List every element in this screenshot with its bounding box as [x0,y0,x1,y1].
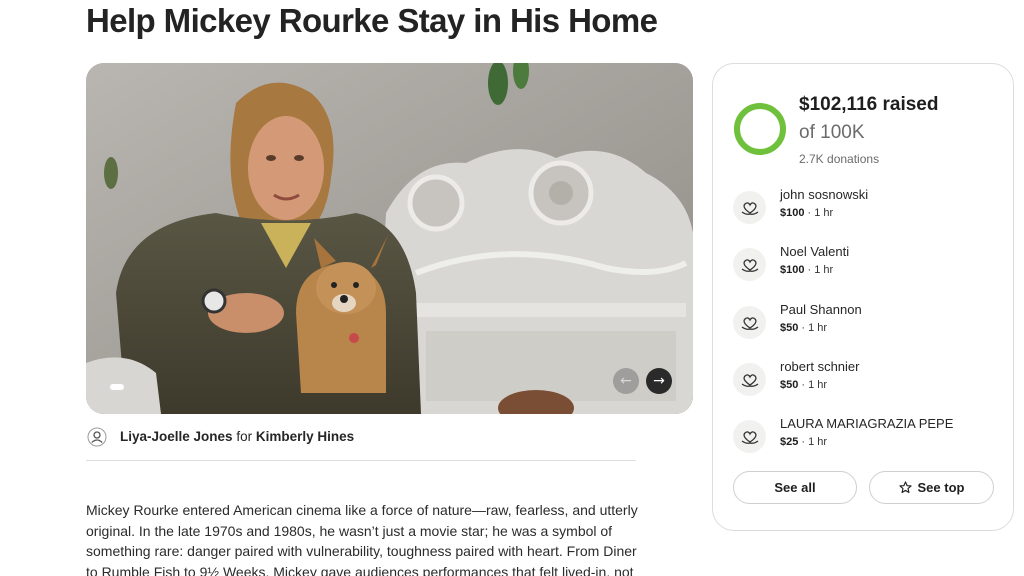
amount-raised: $102,116 raised [799,94,939,115]
donor-meta: $100 · 1 hr [780,207,833,219]
heart-hand-icon [733,420,766,453]
beneficiary-name[interactable]: Kimberly Hines [256,429,354,444]
see-all-button[interactable]: See all [733,471,857,504]
donor-amount: $100 [780,207,805,219]
donor-item: john sosnowski $100 · 1 hr [733,187,1003,231]
donor-time: · 1 hr [798,379,828,391]
goal-amount: of 100K [799,122,865,143]
donor-meta: $100 · 1 hr [780,264,833,276]
progress-ring [734,103,786,155]
donation-count: 2.7K donations [799,152,880,166]
star-icon [898,481,912,494]
progress-arc [734,103,786,155]
donor-time: · 1 hr [798,436,828,448]
organizer-text: Liya-Joelle Jones for Kimberly Hines [120,429,354,444]
campaign-photo-art [86,63,693,414]
heart-hand-icon [733,191,766,224]
donation-card: $102,116 raised of 100K 2.7K donations j… [712,63,1014,531]
campaign-photo[interactable]: ← → [86,63,693,414]
donor-name: Noel Valenti [780,244,850,259]
organizer-line: Liya-Joelle Jones for Kimberly Hines [86,424,636,461]
donor-amount: $100 [780,264,805,276]
arrow-left-icon[interactable]: ← [613,368,639,394]
donor-name: robert schnier [780,359,860,374]
donor-item: robert schnier $50 · 1 hr [733,359,1003,403]
donor-time: · 1 hr [804,264,834,276]
donor-meta: $25 · 1 hr [780,436,827,448]
see-top-label: See top [917,480,965,495]
carousel-indicator[interactable] [110,384,124,390]
see-top-button[interactable]: See top [869,471,994,504]
donor-name: john sosnowski [780,187,869,202]
heart-hand-icon [733,363,766,396]
donor-item: Noel Valenti $100 · 1 hr [733,244,1003,288]
donor-time: · 1 hr [798,322,828,334]
donor-name: LAURA MARIAGRAZIA PEPE [780,416,954,431]
organizer-for: for [236,429,253,444]
user-icon [87,427,107,447]
donor-amount: $25 [780,436,799,448]
donor-meta: $50 · 1 hr [780,322,827,334]
organizer-name[interactable]: Liya-Joelle Jones [120,429,233,444]
donor-meta: $50 · 1 hr [780,379,827,391]
donor-item: LAURA MARIAGRAZIA PEPE $25 · 1 hr [733,416,1003,460]
donor-amount: $50 [780,322,799,334]
heart-hand-icon [733,248,766,281]
arrow-right-icon[interactable]: → [646,368,672,394]
donor-time: · 1 hr [804,207,834,219]
heart-hand-icon [733,306,766,339]
donor-amount: $50 [780,379,799,391]
page-title: Help Mickey Rourke Stay in His Home [86,2,658,39]
story-text: Mickey Rourke entered American cinema li… [86,502,638,576]
donor-name: Paul Shannon [780,302,862,317]
donor-item: Paul Shannon $50 · 1 hr [733,302,1003,346]
